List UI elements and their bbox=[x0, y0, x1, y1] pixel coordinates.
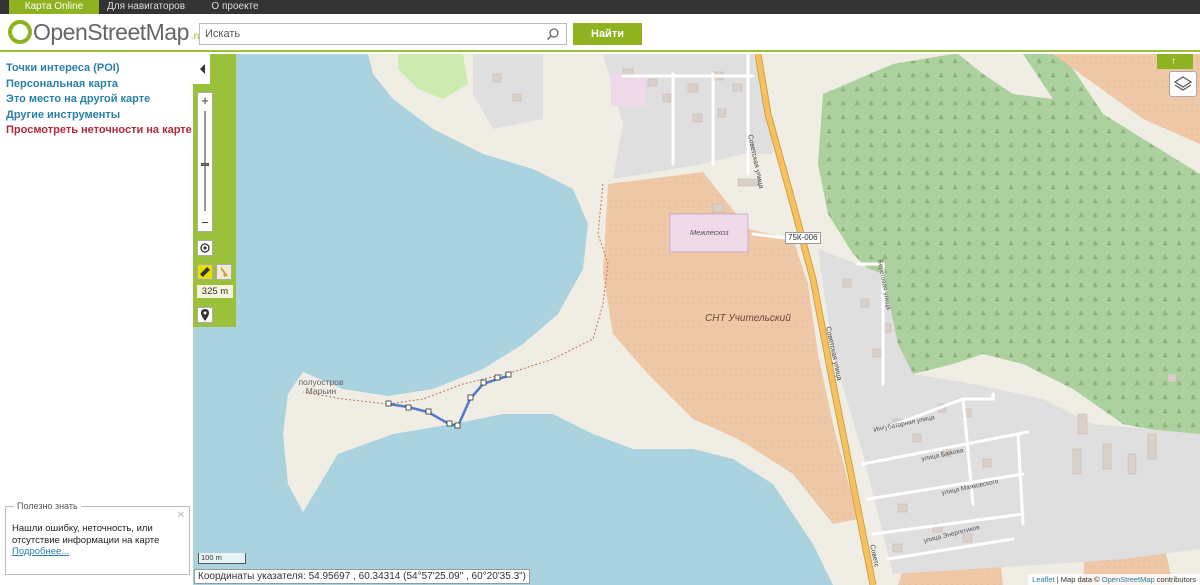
map-canvas[interactable]: ♣ bbox=[193, 54, 1200, 585]
clear-measure-button[interactable] bbox=[216, 264, 232, 280]
find-button[interactable]: Найти bbox=[573, 23, 642, 45]
marker-button[interactable] bbox=[197, 307, 213, 323]
header: OpenStreetMap .ru Найти bbox=[0, 14, 1200, 52]
info-close-icon[interactable]: ✕ bbox=[177, 510, 185, 522]
search-input[interactable] bbox=[200, 24, 530, 44]
residential-west bbox=[473, 54, 543, 129]
peninsula-label: полуостров Марьин bbox=[298, 377, 344, 396]
sidebar: Точки интереса (POI) Персональная карта … bbox=[0, 54, 193, 585]
site-logo[interactable]: OpenStreetMap .ru bbox=[8, 17, 203, 47]
eraser-icon bbox=[220, 267, 228, 277]
sidebar-link-other-tools[interactable]: Другие инструменты bbox=[6, 108, 192, 124]
logo-ring-icon bbox=[8, 20, 32, 44]
map-view[interactable]: ♣ bbox=[193, 54, 1200, 585]
search-box bbox=[199, 23, 567, 45]
zoom-out-button[interactable]: − bbox=[198, 216, 212, 230]
locate-icon bbox=[200, 243, 210, 253]
school-label: Межлесхоз bbox=[690, 228, 729, 237]
scroll-up-button[interactable]: ↑ bbox=[1157, 54, 1193, 69]
zoom-control: + − bbox=[197, 92, 213, 232]
info-text: Нашли ошибку, неточность, или отсутствие… bbox=[12, 523, 160, 546]
top-nav: Карта Online Для навигаторов О проекте bbox=[0, 0, 1200, 14]
map-pin-icon bbox=[201, 309, 209, 321]
purple-area bbox=[611, 74, 646, 106]
scale-bar: 100 m bbox=[198, 553, 246, 564]
arrow-up-icon: ↑ bbox=[1171, 56, 1176, 67]
attribution: Leaflet | Map data © OpenStreetMap contr… bbox=[1028, 574, 1200, 585]
attribution-sep: | Map data © bbox=[1054, 575, 1102, 584]
tab-for-navigators[interactable]: Для навигаторов bbox=[102, 0, 190, 14]
map-controls-panel: + − 325 m bbox=[193, 54, 236, 327]
sidebar-link-poi[interactable]: Точки интереса (POI) bbox=[6, 61, 192, 77]
zoom-track[interactable] bbox=[204, 111, 206, 211]
ruler-icon bbox=[200, 267, 210, 277]
tab-map-online[interactable]: Карта Online bbox=[9, 0, 99, 14]
sidebar-links: Точки интереса (POI) Персональная карта … bbox=[0, 61, 192, 139]
osm-link[interactable]: OpenStreetMap bbox=[1102, 575, 1155, 584]
zoom-in-button[interactable]: + bbox=[198, 94, 212, 108]
leaflet-link[interactable]: Leaflet bbox=[1032, 575, 1055, 584]
info-more-link[interactable]: Подробнее... bbox=[12, 546, 183, 558]
info-box: Полезно знать ✕ Нашли ошибку, неточность… bbox=[5, 501, 190, 575]
road-ref-badge: 75К-006 bbox=[785, 232, 821, 244]
attribution-contrib: contributors bbox=[1154, 575, 1196, 584]
zoom-slider-knob[interactable] bbox=[201, 163, 209, 166]
chevron-left-icon bbox=[200, 64, 205, 74]
layers-icon bbox=[1173, 76, 1193, 91]
pointer-coordinates: Координаты указателя: 54.95697 , 60.3431… bbox=[194, 569, 531, 584]
measure-distance-label: 325 m bbox=[197, 285, 233, 298]
sidebar-link-personal-map[interactable]: Персональная карта bbox=[6, 77, 192, 93]
tab-about[interactable]: О проекте bbox=[200, 0, 270, 14]
snt-label: СНТ Учительский bbox=[705, 313, 791, 324]
info-box-title: Полезно знать bbox=[14, 501, 81, 513]
sidebar-link-inaccuracies[interactable]: Просмотреть неточности на карте bbox=[6, 123, 192, 139]
sidebar-link-other-map[interactable]: Это место на другой карте bbox=[6, 92, 192, 108]
search-icon[interactable] bbox=[546, 27, 560, 41]
locate-button[interactable] bbox=[197, 240, 213, 256]
collapse-sidebar-button[interactable] bbox=[193, 54, 210, 84]
meadow bbox=[398, 54, 468, 99]
measure-tool-button[interactable] bbox=[197, 264, 213, 280]
layers-button[interactable] bbox=[1169, 71, 1197, 97]
logo-text: OpenStreetMap bbox=[33, 18, 189, 45]
